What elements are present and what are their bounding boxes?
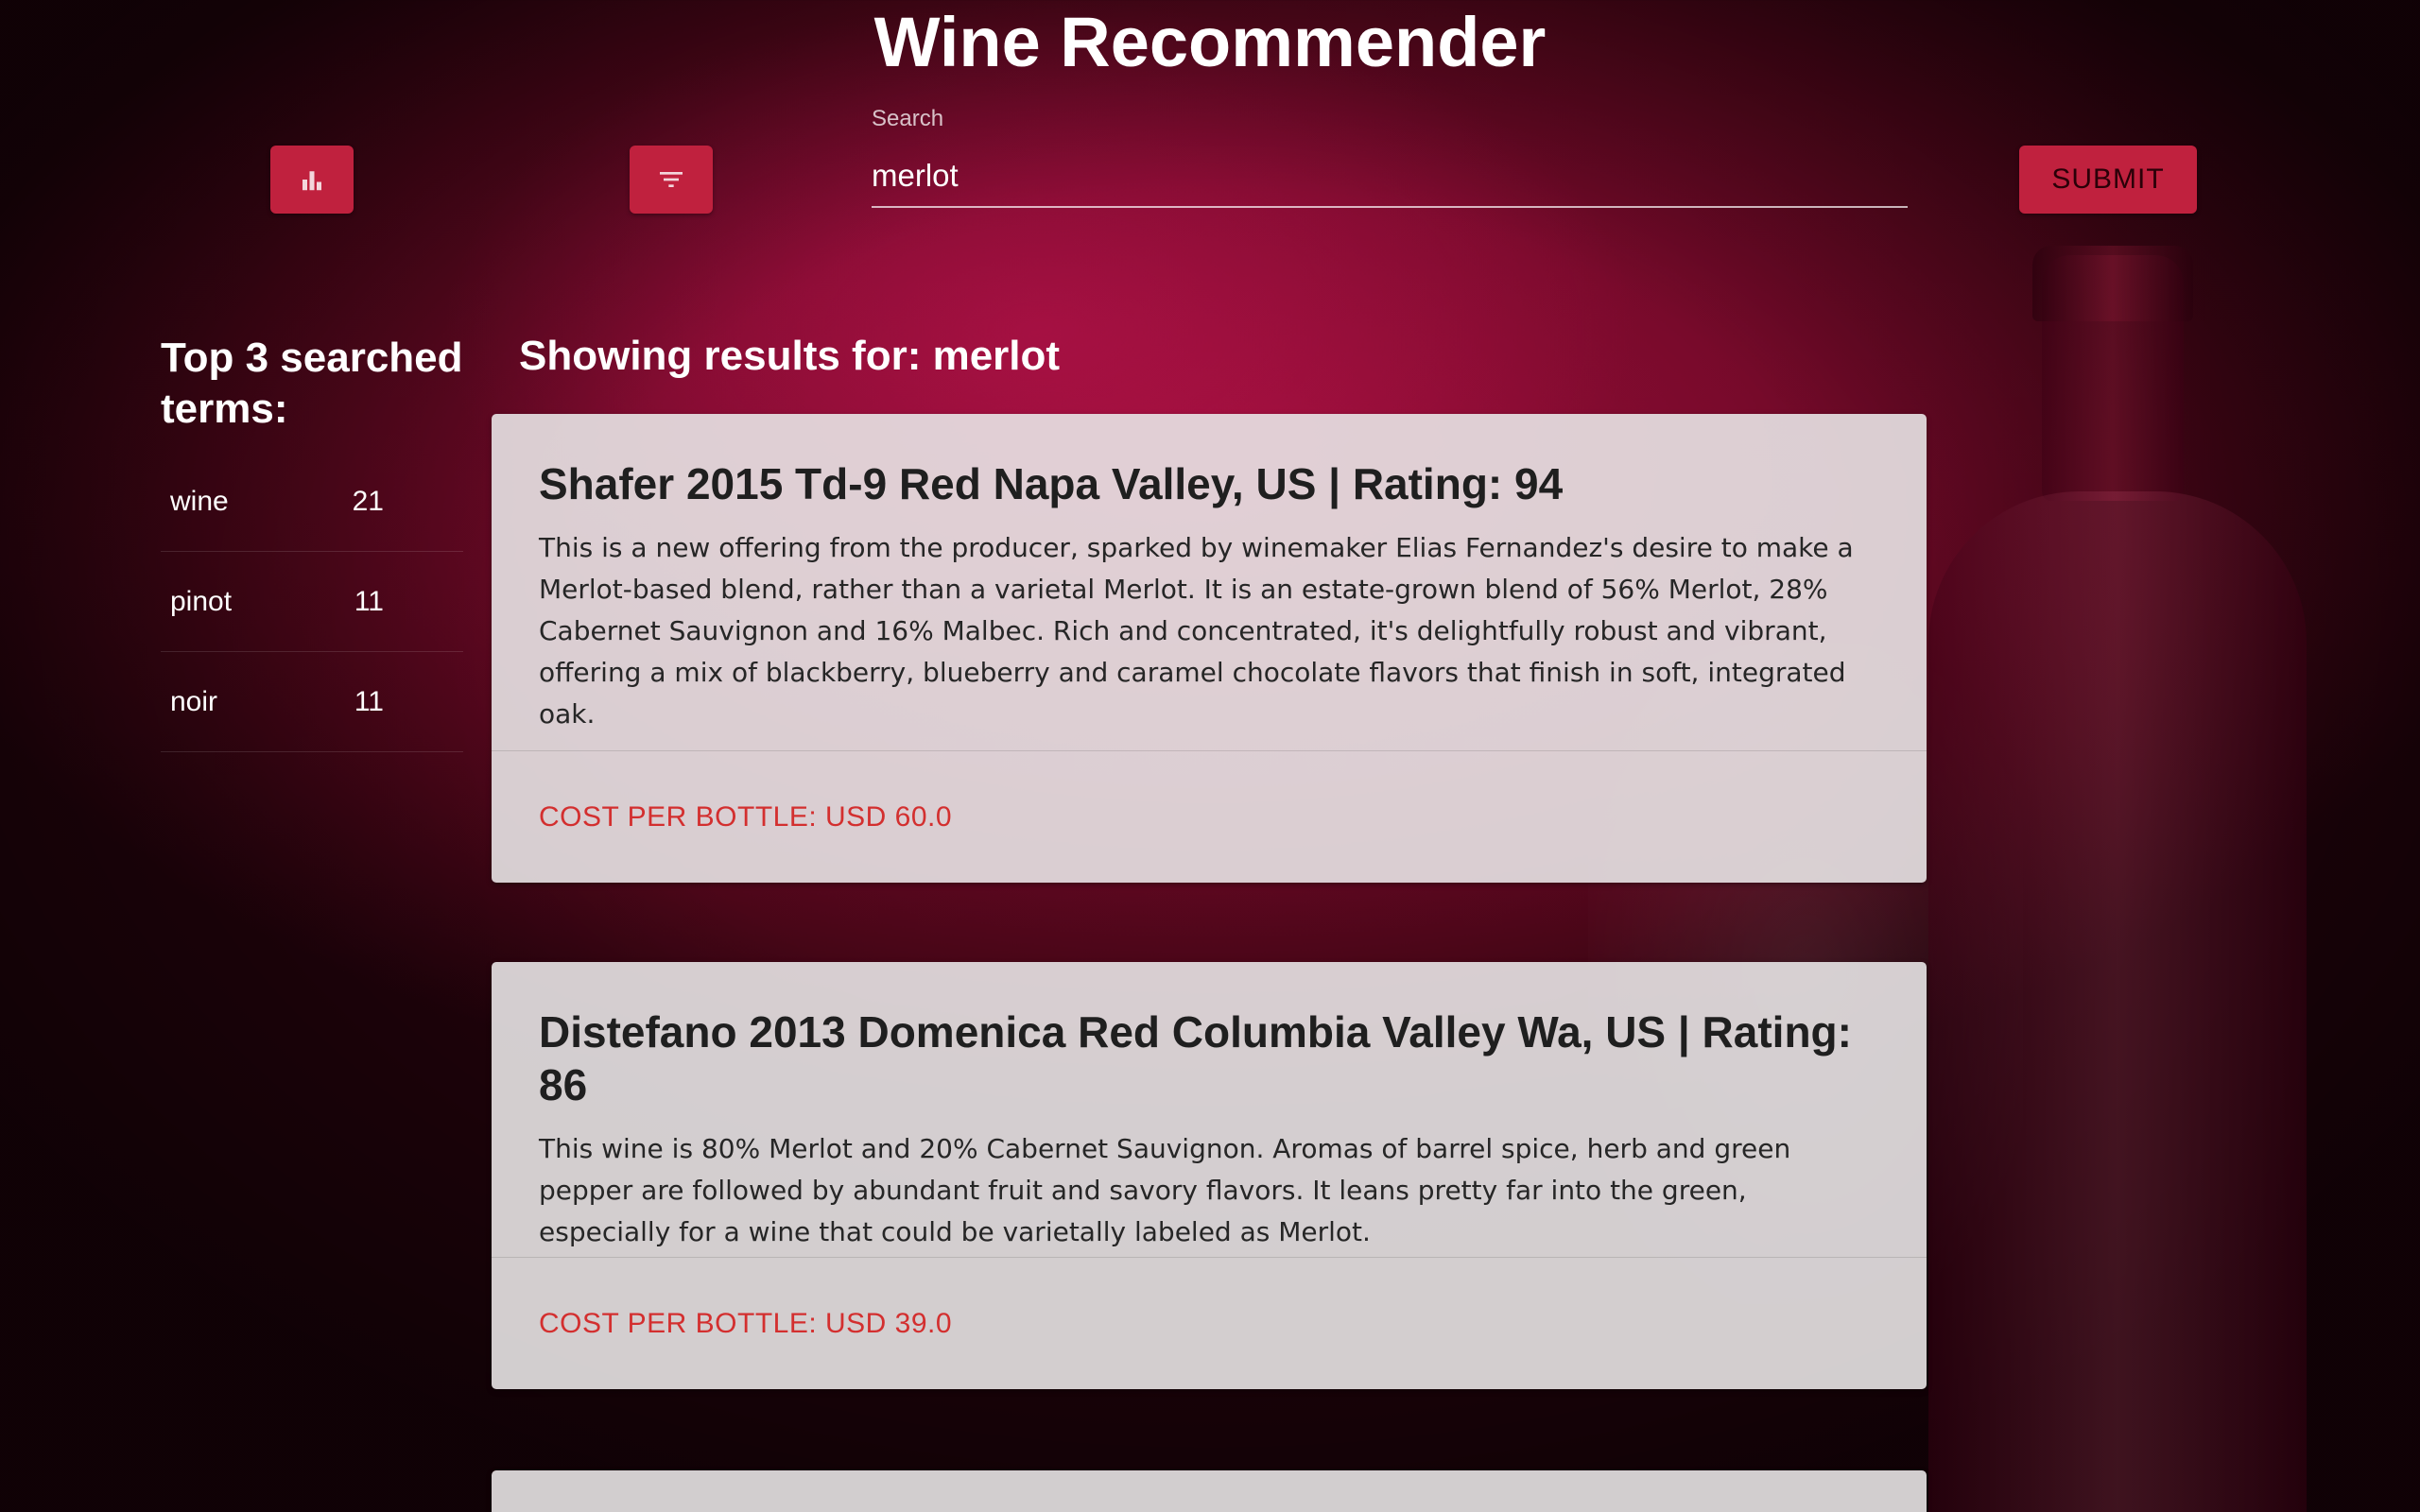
list-item: noir 11 [161, 652, 463, 752]
cost-per-bottle-link[interactable]: COST PER BOTTLE: USD 60.0 [492, 750, 1927, 883]
list-item: wine 21 [161, 452, 463, 552]
search-field: Search [872, 106, 1908, 215]
stats-button[interactable] [270, 146, 354, 214]
result-card [492, 1470, 1927, 1512]
term-count: 11 [354, 585, 384, 617]
bar-chart-icon [298, 165, 326, 194]
results-heading: Showing results for: merlot [519, 333, 1061, 379]
search-input[interactable] [872, 146, 1908, 208]
cost-per-bottle-link[interactable]: COST PER BOTTLE: USD 39.0 [492, 1257, 1927, 1389]
page-title: Wine Recommender [873, 3, 1547, 81]
wine-title: Distefano 2013 Domenica Red Columbia Val… [539, 1007, 1852, 1109]
filter-button[interactable] [630, 146, 713, 214]
top-terms-title: Top 3 searched terms: [161, 335, 463, 432]
search-label: Search [872, 106, 944, 131]
list-item: pinot 11 [161, 552, 463, 652]
wine-description: This is a new offering from the producer… [539, 532, 1854, 730]
top-terms-panel: Top 3 searched terms: wine 21 pinot 11 n… [161, 333, 473, 752]
term-label: wine [170, 485, 229, 517]
result-card: Distefano 2013 Domenica Red Columbia Val… [492, 962, 1927, 1389]
submit-button[interactable]: SUBMIT [2019, 146, 2197, 214]
wine-title: Shafer 2015 Td-9 Red Napa Valley, US | R… [539, 459, 1564, 508]
wine-bottle-image [1928, 246, 2344, 1512]
filter-icon [656, 164, 686, 195]
term-count: 21 [352, 485, 384, 517]
top-terms-list: wine 21 pinot 11 noir 11 [161, 452, 473, 752]
term-label: noir [170, 685, 218, 717]
term-count: 11 [354, 685, 384, 717]
result-card: Shafer 2015 Td-9 Red Napa Valley, US | R… [492, 414, 1927, 883]
wine-description: This wine is 80% Merlot and 20% Cabernet… [539, 1133, 1791, 1247]
term-label: pinot [170, 585, 233, 617]
